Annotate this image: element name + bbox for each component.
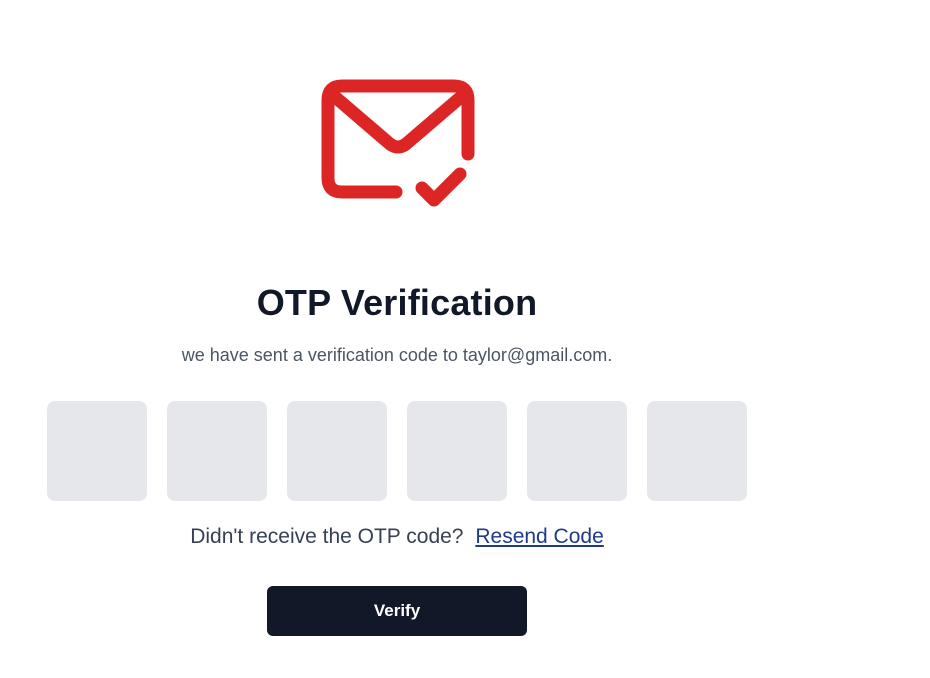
otp-digit-6[interactable] bbox=[647, 401, 747, 501]
mail-check-icon bbox=[318, 76, 478, 212]
otp-digit-2[interactable] bbox=[167, 401, 267, 501]
resend-row: Didn't receive the OTP code? Resend Code bbox=[0, 525, 794, 549]
verify-button[interactable]: Verify bbox=[267, 586, 527, 636]
resend-prompt: Didn't receive the OTP code? bbox=[190, 525, 464, 548]
otp-verification-card: OTP Verification we have sent a verifica… bbox=[0, 0, 794, 678]
otp-digit-3[interactable] bbox=[287, 401, 387, 501]
page-title: OTP Verification bbox=[256, 282, 538, 323]
verification-subtitle: we have sent a verification code to tayl… bbox=[181, 345, 613, 365]
resend-code-link[interactable]: Resend Code bbox=[475, 525, 603, 548]
otp-digit-4[interactable] bbox=[407, 401, 507, 501]
otp-digit-5[interactable] bbox=[527, 401, 627, 501]
otp-input-group bbox=[47, 401, 747, 501]
otp-digit-1[interactable] bbox=[47, 401, 147, 501]
